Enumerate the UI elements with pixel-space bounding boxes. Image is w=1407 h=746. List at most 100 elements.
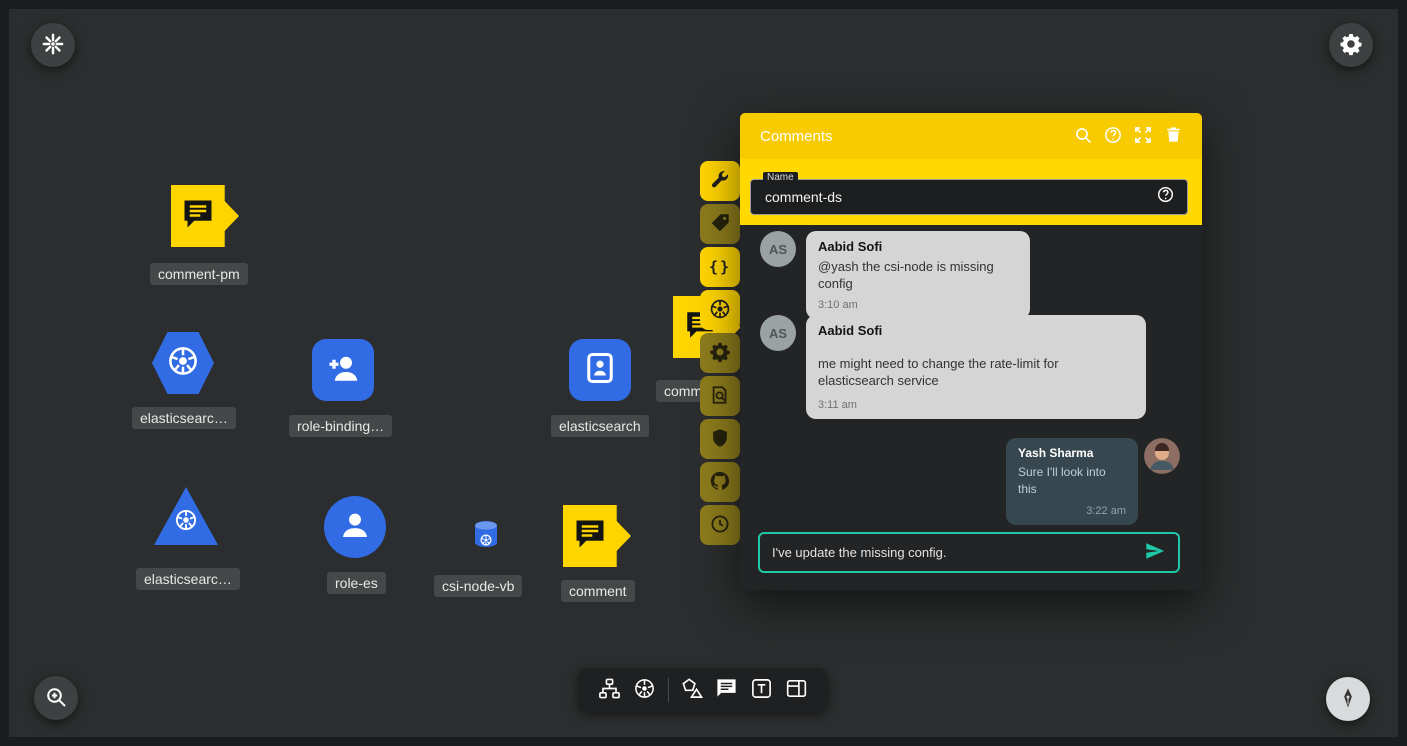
canvas[interactable]: comment-pm elasticsearc… role-binding… e… bbox=[0, 0, 1407, 746]
panel-title: Comments bbox=[760, 128, 1068, 145]
kubernetes-button[interactable] bbox=[700, 290, 740, 330]
expand-button[interactable] bbox=[1128, 121, 1158, 151]
comment-tool-button[interactable] bbox=[715, 677, 738, 703]
history-icon bbox=[709, 513, 731, 538]
toolbar-divider bbox=[668, 678, 669, 702]
message-bubble: Aabid Sofi @yash the csi-node is missing… bbox=[806, 231, 1030, 319]
message-author: Aabid Sofi bbox=[818, 239, 1018, 254]
node-comment-pm[interactable] bbox=[171, 185, 239, 247]
app-menu-button[interactable] bbox=[31, 23, 75, 67]
shapes-icon bbox=[681, 677, 704, 703]
message-time: 3:10 am bbox=[818, 299, 1018, 311]
kubernetes-icon bbox=[708, 297, 732, 324]
braces-button[interactable]: {} bbox=[700, 247, 740, 287]
message-time: 3:22 am bbox=[1018, 505, 1126, 517]
message-author: Aabid Sofi bbox=[818, 323, 1134, 338]
node-label: elasticsearch bbox=[551, 415, 649, 437]
github-icon bbox=[709, 470, 731, 495]
shapes-tool-button[interactable] bbox=[681, 677, 704, 703]
zoom-in-icon bbox=[44, 685, 68, 712]
name-input-value: comment-ds bbox=[765, 189, 1156, 205]
avatar-photo bbox=[1144, 438, 1180, 474]
scan-button[interactable] bbox=[700, 376, 740, 416]
comment-icon bbox=[715, 677, 738, 703]
node-label: role-binding… bbox=[289, 415, 392, 437]
kubernetes-icon bbox=[479, 533, 493, 552]
node-csi-node-vb[interactable] bbox=[471, 521, 501, 551]
text-tool-button[interactable] bbox=[750, 677, 773, 703]
shield-button[interactable] bbox=[700, 419, 740, 459]
node-label: comment bbox=[561, 580, 635, 602]
node-role-binding[interactable] bbox=[312, 339, 374, 401]
node-label: role-es bbox=[327, 572, 386, 594]
name-input-label: Name bbox=[763, 172, 798, 183]
wrench-icon bbox=[709, 169, 731, 194]
avatar: AS bbox=[760, 231, 796, 267]
help-button[interactable] bbox=[1098, 121, 1128, 151]
node-label: comment-pm bbox=[150, 263, 248, 285]
panel-icon bbox=[785, 677, 808, 703]
bottom-toolbar bbox=[578, 668, 828, 712]
shield-icon bbox=[709, 427, 731, 452]
comments-panel: Comments Name comment-ds AS Aabi bbox=[740, 113, 1202, 590]
send-icon bbox=[1144, 540, 1166, 565]
node-action-toolbar: {} bbox=[700, 161, 740, 545]
kubernetes-icon bbox=[173, 507, 199, 538]
message-text: me might need to change the rate-limit f… bbox=[818, 355, 1134, 389]
panel-tool-button[interactable] bbox=[785, 677, 808, 703]
help-icon bbox=[1103, 125, 1123, 148]
node-elasticsearch-hexagon[interactable] bbox=[152, 332, 214, 394]
kubernetes-icon bbox=[633, 677, 656, 703]
name-section: Name comment-ds bbox=[740, 159, 1202, 225]
app-logo-flower-icon bbox=[40, 31, 66, 60]
message-time: 3:11 am bbox=[818, 399, 1134, 411]
person-add-icon bbox=[325, 350, 361, 391]
pen-nib-icon bbox=[1336, 686, 1360, 713]
node-comment[interactable] bbox=[563, 505, 631, 567]
message-text: Sure I'll look into this bbox=[1018, 464, 1126, 498]
comment-input-value: I've update the missing config. bbox=[772, 545, 1144, 560]
comment-icon bbox=[572, 516, 608, 557]
node-elasticsearch[interactable] bbox=[569, 339, 631, 401]
kubernetes-tool-button[interactable] bbox=[633, 677, 656, 703]
kubernetes-icon bbox=[165, 343, 201, 384]
node-label: elasticsearc… bbox=[132, 407, 236, 429]
message-bubble: Aabid Sofi me might need to change the r… bbox=[806, 315, 1146, 419]
node-elasticsearch-triangle[interactable] bbox=[154, 487, 218, 545]
zoom-button[interactable] bbox=[34, 676, 78, 720]
trash-icon bbox=[1164, 125, 1183, 147]
node-role-es[interactable] bbox=[324, 496, 386, 558]
message-bubble: Yash Sharma Sure I'll look into this 3:2… bbox=[1006, 438, 1138, 525]
history-button[interactable] bbox=[700, 505, 740, 545]
wrench-button[interactable] bbox=[700, 161, 740, 201]
flowchart-icon bbox=[598, 677, 621, 703]
person-icon bbox=[338, 508, 372, 547]
expand-icon bbox=[1133, 125, 1153, 148]
search-icon bbox=[1073, 125, 1093, 148]
pen-tool-button[interactable] bbox=[1326, 677, 1370, 721]
badge-icon bbox=[582, 350, 618, 391]
search-button[interactable] bbox=[1068, 121, 1098, 151]
comments-panel-header[interactable]: Comments bbox=[740, 113, 1202, 159]
braces-icon: {} bbox=[709, 258, 731, 276]
node-label: csi-node-vb bbox=[434, 575, 522, 597]
avatar: AS bbox=[760, 315, 796, 351]
comment-icon bbox=[180, 196, 216, 237]
github-button[interactable] bbox=[700, 462, 740, 502]
text-icon bbox=[750, 677, 773, 703]
help-icon[interactable] bbox=[1156, 185, 1175, 209]
comment-input[interactable]: I've update the missing config. bbox=[758, 532, 1180, 573]
message-author: Yash Sharma bbox=[1018, 446, 1126, 460]
delete-button[interactable] bbox=[1158, 121, 1188, 151]
settings-button[interactable] bbox=[1329, 23, 1373, 67]
name-input[interactable]: Name comment-ds bbox=[750, 179, 1188, 215]
flowchart-tool-button[interactable] bbox=[598, 677, 621, 703]
scan-icon bbox=[709, 384, 731, 409]
gear-button[interactable] bbox=[700, 333, 740, 373]
tag-button[interactable] bbox=[700, 204, 740, 244]
node-label: elasticsearc… bbox=[136, 568, 240, 590]
gear-icon bbox=[1339, 32, 1363, 59]
message-text: @yash the csi-node is missing config bbox=[818, 258, 1018, 292]
tag-icon bbox=[709, 212, 731, 237]
send-button[interactable] bbox=[1144, 540, 1166, 565]
